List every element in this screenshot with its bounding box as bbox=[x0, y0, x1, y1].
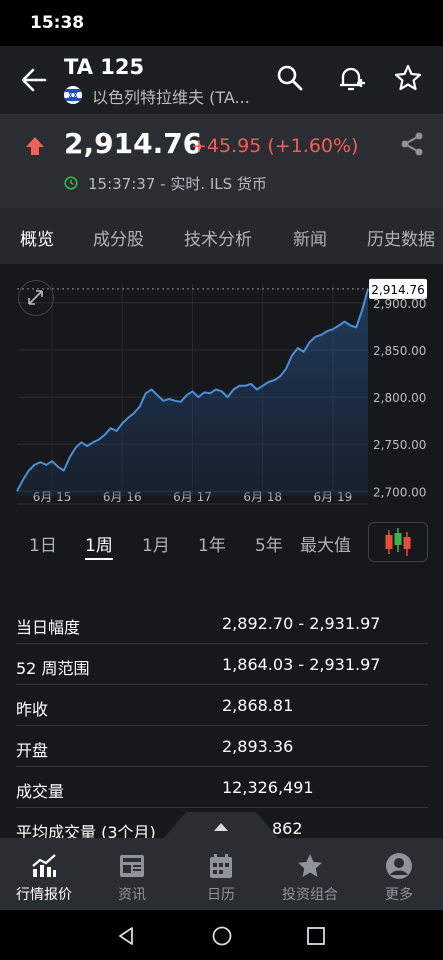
y-tick-label: 2,700.00 bbox=[373, 485, 426, 499]
user-icon bbox=[386, 853, 412, 879]
page-title: TA 125 bbox=[64, 55, 145, 79]
share-icon[interactable] bbox=[398, 130, 426, 158]
system-nav-bar bbox=[0, 910, 443, 960]
nav-label: 资讯 bbox=[118, 887, 146, 903]
y-tick-label: 2,850.00 bbox=[373, 344, 426, 358]
nav-more[interactable]: 更多 bbox=[355, 838, 443, 910]
range-1y[interactable]: 1年 bbox=[198, 531, 226, 556]
stat-label: 昨收 bbox=[16, 700, 49, 719]
price-change: +45.95 (+1.60%) bbox=[191, 135, 359, 157]
stat-row-volume: 成交量 12,326,491 bbox=[0, 767, 443, 808]
y-tick-label: 2,900.00 bbox=[373, 297, 426, 311]
app-header: TA 125 以色列特拉维夫 (TA... bbox=[0, 46, 443, 114]
stat-row-52wk-range: 52 周范围 1,864.03 - 2,931.97 bbox=[0, 644, 443, 685]
news-icon bbox=[120, 855, 144, 877]
nav-label: 行情报价 bbox=[16, 887, 72, 903]
star-icon bbox=[298, 854, 322, 877]
nav-label: 投资组合 bbox=[282, 887, 338, 903]
stat-value: 2,892.70 - 2,931.97 bbox=[222, 614, 381, 633]
price-chart[interactable]: 2,900.00 2,850.00 2,800.00 2,750.00 2,700.00… bbox=[0, 264, 443, 512]
status-bar: 15:38 bbox=[0, 0, 443, 46]
stat-value: 1,864.03 - 2,931.97 bbox=[222, 655, 381, 674]
chart-svg: 2,900.00 2,850.00 2,800.00 2,750.00 2,700.00… bbox=[16, 278, 427, 505]
y-tick-label: 2,800.00 bbox=[373, 391, 426, 405]
expand-chart-button[interactable] bbox=[18, 280, 54, 316]
range-1w[interactable]: 1周 bbox=[85, 531, 113, 560]
add-alert-bell-icon[interactable] bbox=[335, 62, 367, 94]
section-tabs: 概览 成分股 技术分析 新闻 历史数据 bbox=[0, 208, 443, 264]
nav-quotes[interactable]: 行情报价 bbox=[0, 838, 88, 910]
range-1m[interactable]: 1月 bbox=[142, 531, 170, 556]
collapse-handle[interactable] bbox=[0, 810, 443, 840]
nav-label: 日历 bbox=[207, 887, 235, 903]
range-max[interactable]: 最大值 bbox=[300, 531, 351, 556]
quote-time: 15:37:37 - 实时. ILS 货币 bbox=[88, 175, 267, 193]
stat-value: 2,868.81 bbox=[222, 696, 294, 715]
quote-panel: 2,914.76 +45.95 (+1.60%) 15:37:37 - 实时. … bbox=[0, 114, 443, 208]
nav-calendar[interactable]: 日历 bbox=[177, 838, 265, 910]
stat-row-open: 开盘 2,893.36 bbox=[0, 726, 443, 767]
status-time: 15:38 bbox=[30, 13, 85, 33]
candlestick-toggle-button[interactable] bbox=[368, 522, 428, 562]
clock-icon bbox=[64, 176, 78, 190]
nav-news[interactable]: 资讯 bbox=[88, 838, 176, 910]
stat-label: 52 周范围 bbox=[16, 659, 90, 678]
back-arrow-icon[interactable] bbox=[16, 62, 52, 98]
stat-row-prev-close: 昨收 2,868.81 bbox=[0, 685, 443, 726]
tab-history[interactable]: 历史数据 bbox=[367, 225, 435, 250]
search-icon[interactable] bbox=[274, 62, 306, 94]
israel-flag-icon bbox=[64, 86, 82, 104]
bottom-nav: 行情报价 资讯 日历 投资组合 更多 bbox=[0, 838, 443, 910]
y-tick-label: 2,750.00 bbox=[373, 438, 426, 452]
range-selector: 1日 1周 1月 1年 5年 最大值 bbox=[0, 512, 443, 572]
calendar-icon bbox=[210, 854, 232, 878]
candlestick-icon bbox=[385, 528, 411, 556]
stat-row-day-range: 当日幅度 2,892.70 - 2,931.97 bbox=[0, 603, 443, 644]
range-5y[interactable]: 5年 bbox=[255, 531, 283, 556]
tab-components[interactable]: 成分股 bbox=[93, 225, 144, 250]
last-price-label: 2,914.76 bbox=[371, 283, 424, 297]
stat-label: 当日幅度 bbox=[16, 618, 81, 637]
chart-icon bbox=[32, 854, 56, 877]
up-arrow-icon bbox=[26, 137, 44, 155]
system-back-icon[interactable] bbox=[116, 926, 136, 946]
tab-technical[interactable]: 技术分析 bbox=[184, 225, 252, 250]
stat-label: 开盘 bbox=[16, 741, 49, 760]
watchlist-star-icon[interactable] bbox=[392, 62, 424, 94]
tab-overview[interactable]: 概览 bbox=[20, 225, 54, 250]
tab-news[interactable]: 新闻 bbox=[293, 225, 327, 250]
expand-icon bbox=[28, 290, 43, 305]
exchange-subtitle: 以色列特拉维夫 (TA... bbox=[92, 88, 250, 107]
system-home-icon[interactable] bbox=[211, 925, 233, 947]
stat-value: 2,893.36 bbox=[222, 737, 294, 756]
last-price: 2,914.76 bbox=[64, 127, 203, 160]
system-recents-icon[interactable] bbox=[306, 926, 326, 946]
stat-label: 成交量 bbox=[16, 782, 65, 801]
nav-portfolio[interactable]: 投资组合 bbox=[266, 838, 354, 910]
range-1d[interactable]: 1日 bbox=[29, 531, 57, 556]
stat-value: 12,326,491 bbox=[222, 778, 314, 797]
nav-label: 更多 bbox=[385, 887, 413, 903]
